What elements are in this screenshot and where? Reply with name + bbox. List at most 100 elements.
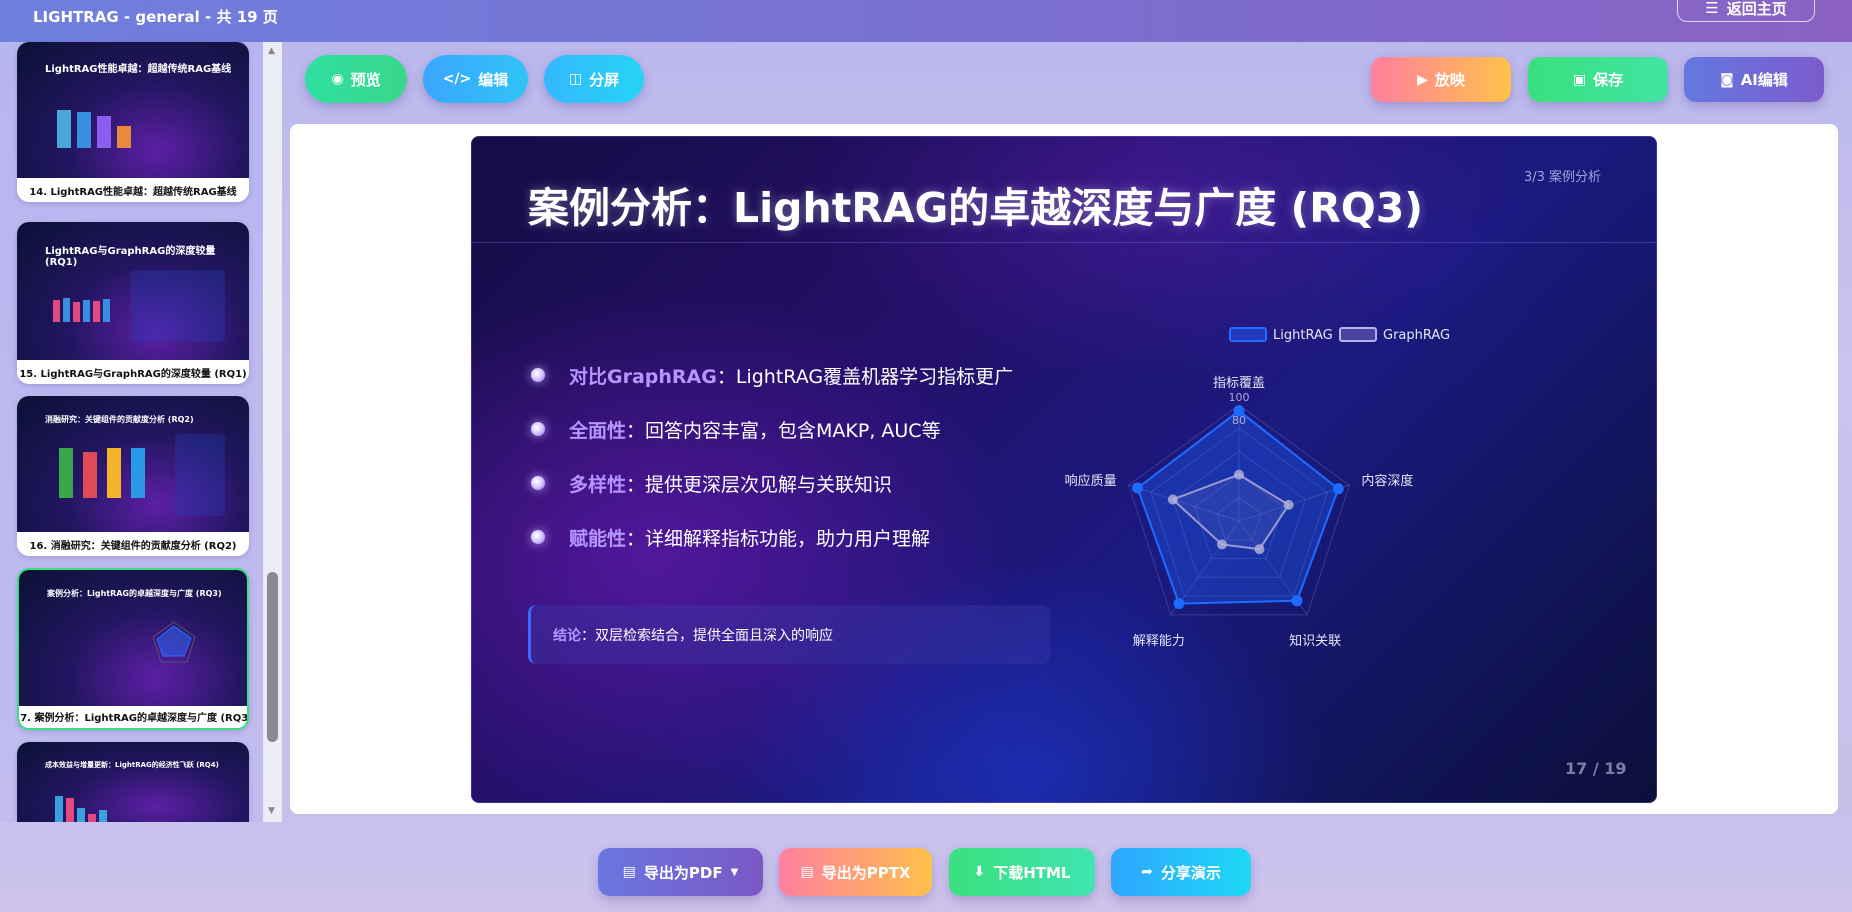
thumbnail-title: 消融研究：关键组件的贡献度分析 (RQ2) [45, 415, 194, 424]
thumbnail-panel [131, 270, 225, 342]
bullet-key: 多样性 [569, 473, 627, 496]
file-pdf-icon: ▤ [622, 864, 636, 880]
radar-point [1234, 469, 1244, 480]
conclusion-box: 结论 ：双层检索结合，提供全面且深入的响应 [528, 605, 1050, 664]
thumbnail-radar [152, 621, 196, 663]
preview-label: 预览 [350, 70, 381, 89]
legend-label: LightRAG [1273, 328, 1333, 343]
export-pdf-button[interactable]: ▤ 导出为PDF ▼ [598, 848, 763, 896]
bullet-item: 多样性 ：提供更深层次见解与关联知识 [531, 468, 892, 498]
title-bar: LIGHTRAG - general - 共 19 页 ☰ 返回主页 [0, 0, 1852, 42]
sidebar-scrollbar[interactable]: ▲ ▼ [263, 42, 282, 822]
thumbnail-title: LightRAG性能卓越：超越传统RAG基线 [45, 64, 232, 75]
thumbnail-caption: 15. LightRAG与GraphRAG的深度较量 (RQ1) [19, 368, 247, 380]
thumbnail-slide-15[interactable]: LightRAG与GraphRAG的深度较量 (RQ1) 15. LightRA… [17, 222, 249, 384]
play-button[interactable]: ▶ 放映 [1371, 57, 1511, 102]
caret-down-icon: ▼ [730, 866, 739, 878]
export-pdf-label: 导出为PDF [643, 863, 723, 882]
thumbnail-bars [55, 796, 107, 822]
legend-swatch [1229, 327, 1267, 342]
radar-axis-label: 响应质量 [1065, 473, 1117, 489]
edit-button[interactable]: </> 编辑 [423, 55, 528, 103]
bullet-key: 赋能性 [569, 527, 627, 550]
bullet-dot-icon [531, 530, 545, 544]
conclusion-key: 结论 [553, 627, 581, 644]
thumbnail-slide-17[interactable]: 案例分析：LightRAG的卓越深度与广度 (RQ3) 17. 案例分析：Lig… [17, 568, 249, 730]
list-icon: ☰ [1705, 0, 1719, 17]
bullet-item: 赋能性 ：详细解释指标功能，助力用户理解 [531, 522, 930, 552]
share-button[interactable]: ➦ 分享演示 [1111, 848, 1251, 896]
thumbnail-image: 案例分析：LightRAG的卓越深度与广度 (RQ3) [19, 570, 247, 706]
thumbnail-slide-18[interactable]: 成本效益与增量更新：LightRAG的经济性飞跃 (RQ4) [17, 742, 249, 822]
play-label: 放映 [1434, 71, 1465, 89]
radar-point [1254, 544, 1265, 555]
edit-label: 编辑 [478, 70, 509, 89]
radar-axis-label: 指标覆盖 [1213, 376, 1265, 391]
code-icon: </> [442, 71, 472, 87]
play-icon: ▶ [1417, 71, 1428, 88]
bullet-text: ：提供更深层次见解与关联知识 [626, 473, 893, 496]
share-label: 分享演示 [1160, 863, 1221, 882]
thumbnail-title: 成本效益与增量更新：LightRAG的经济性飞跃 (RQ4) [45, 761, 219, 769]
radar-axis-label: 内容深度 [1361, 473, 1413, 489]
bullet-dot-icon [531, 368, 545, 382]
thumbnail-caption: 14. LightRAG性能卓越：超越传统RAG基线 [29, 186, 237, 198]
slide-title: 案例分析：LightRAG的卓越深度与广度 (RQ3) [528, 184, 1423, 232]
scrollbar-thumb[interactable] [267, 572, 278, 742]
bullet-text: ：回答内容丰富，包含MAKP, AUC等 [626, 419, 941, 442]
export-pptx-button[interactable]: ▤ 导出为PPTX [779, 848, 932, 896]
ai-edit-button[interactable]: ◙ AI编辑 [1684, 57, 1824, 102]
thumbnail-image: 成本效益与增量更新：LightRAG的经济性飞跃 (RQ4) [17, 742, 249, 822]
thumbnail-panel [175, 434, 225, 516]
radar-point [1167, 494, 1178, 505]
download-icon: ⬇ [973, 864, 986, 880]
columns-icon: ◫ [568, 71, 583, 87]
preview-button[interactable]: ◉ 预览 [305, 55, 407, 103]
thumbnail-image: LightRAG性能卓越：超越传统RAG基线 [17, 42, 249, 178]
bullet-item: 全面性 ：回答内容丰富，包含MAKP, AUC等 [531, 414, 941, 444]
eye-icon: ◉ [331, 71, 344, 87]
thumbnail-image: 消融研究：关键组件的贡献度分析 (RQ2) [17, 396, 249, 532]
download-html-button[interactable]: ⬇ 下载HTML [949, 848, 1095, 896]
conclusion-text: ：双层检索结合，提供全面且深入的响应 [581, 627, 833, 644]
save-label: 保存 [1593, 71, 1624, 89]
thumbnail-bars [53, 298, 110, 322]
save-button[interactable]: ▣ 保存 [1528, 57, 1668, 102]
file-icon: ▤ [800, 864, 814, 880]
thumbnail-slide-14[interactable]: LightRAG性能卓越：超越传统RAG基线 14. LightRAG性能卓越：… [17, 42, 249, 202]
bullet-item: 对比GraphRAG ：LightRAG覆盖机器学习指标更广 [531, 360, 1013, 390]
thumbnail-title: LightRAG与GraphRAG的深度较量 (RQ1) [45, 246, 216, 268]
split-button[interactable]: ◫ 分屏 [544, 55, 644, 103]
thumbnail-bars [59, 448, 145, 498]
window-title: LIGHTRAG - general - 共 19 页 [33, 8, 278, 26]
bullet-key: 全面性 [569, 419, 627, 442]
bullet-dot-icon [531, 422, 545, 436]
radar-point [1332, 483, 1344, 495]
slide-divider [471, 242, 1657, 243]
radar-point [1291, 595, 1303, 607]
radar-tick-label: 80 [1232, 414, 1246, 427]
radar-chart: 100 80 指标覆盖内容深度知识关联 解释能力 响应质量 LightRAG GraphRA… [1065, 327, 1450, 649]
radar-point [1216, 539, 1227, 550]
scroll-up-icon[interactable]: ▲ [268, 46, 275, 56]
share-icon: ➦ [1141, 864, 1153, 880]
radar-axis-label: 解释能力 [1133, 634, 1185, 649]
scroll-down-icon[interactable]: ▼ [268, 806, 275, 816]
thumbnail-caption: 16. 消融研究：关键组件的贡献度分析 (RQ2) [29, 540, 237, 552]
slide-thumbnail-sidebar: LightRAG性能卓越：超越传统RAG基线 14. LightRAG性能卓越：… [0, 42, 282, 822]
bullet-key: 对比GraphRAG [569, 365, 717, 388]
home-button-label: 返回主页 [1726, 0, 1787, 18]
floppy-icon: ▣ [1572, 71, 1587, 88]
bullet-text: ：详细解释指标功能，助力用户理解 [626, 527, 931, 550]
download-html-label: 下载HTML [993, 863, 1071, 882]
thumbnail-title: 案例分析：LightRAG的卓越深度与广度 (RQ3) [47, 589, 222, 598]
thumbnail-caption: 17. 案例分析：LightRAG的卓越深度与广度 (RQ3) [17, 712, 249, 724]
robot-icon: ◙ [1720, 71, 1734, 88]
thumbnail-slide-16[interactable]: 消融研究：关键组件的贡献度分析 (RQ2) 16. 消融研究：关键组件的贡献度分… [17, 396, 249, 556]
split-label: 分屏 [589, 70, 620, 89]
radar-point [1132, 482, 1144, 494]
legend-swatch [1339, 327, 1377, 342]
legend-label: GraphRAG [1383, 328, 1450, 343]
home-button[interactable]: ☰ 返回主页 [1677, 0, 1815, 22]
export-pptx-label: 导出为PPTX [821, 863, 911, 882]
